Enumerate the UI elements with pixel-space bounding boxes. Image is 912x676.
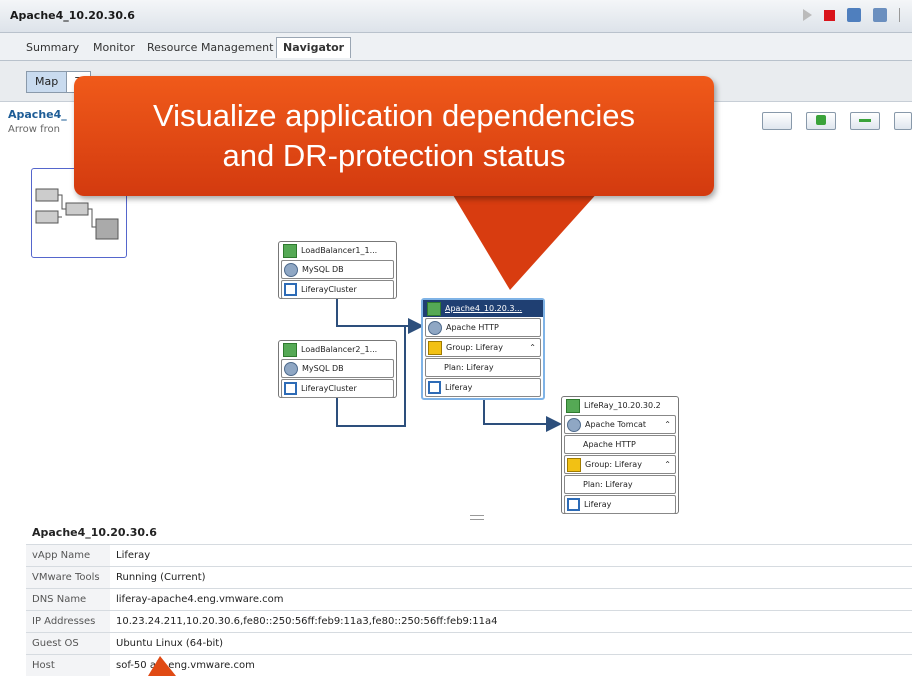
callout-line2: and DR-protection status [222,138,566,173]
callout-line1: Visualize application dependencies [153,98,635,133]
callout-banner: Visualize application dependencies and D… [74,76,714,196]
